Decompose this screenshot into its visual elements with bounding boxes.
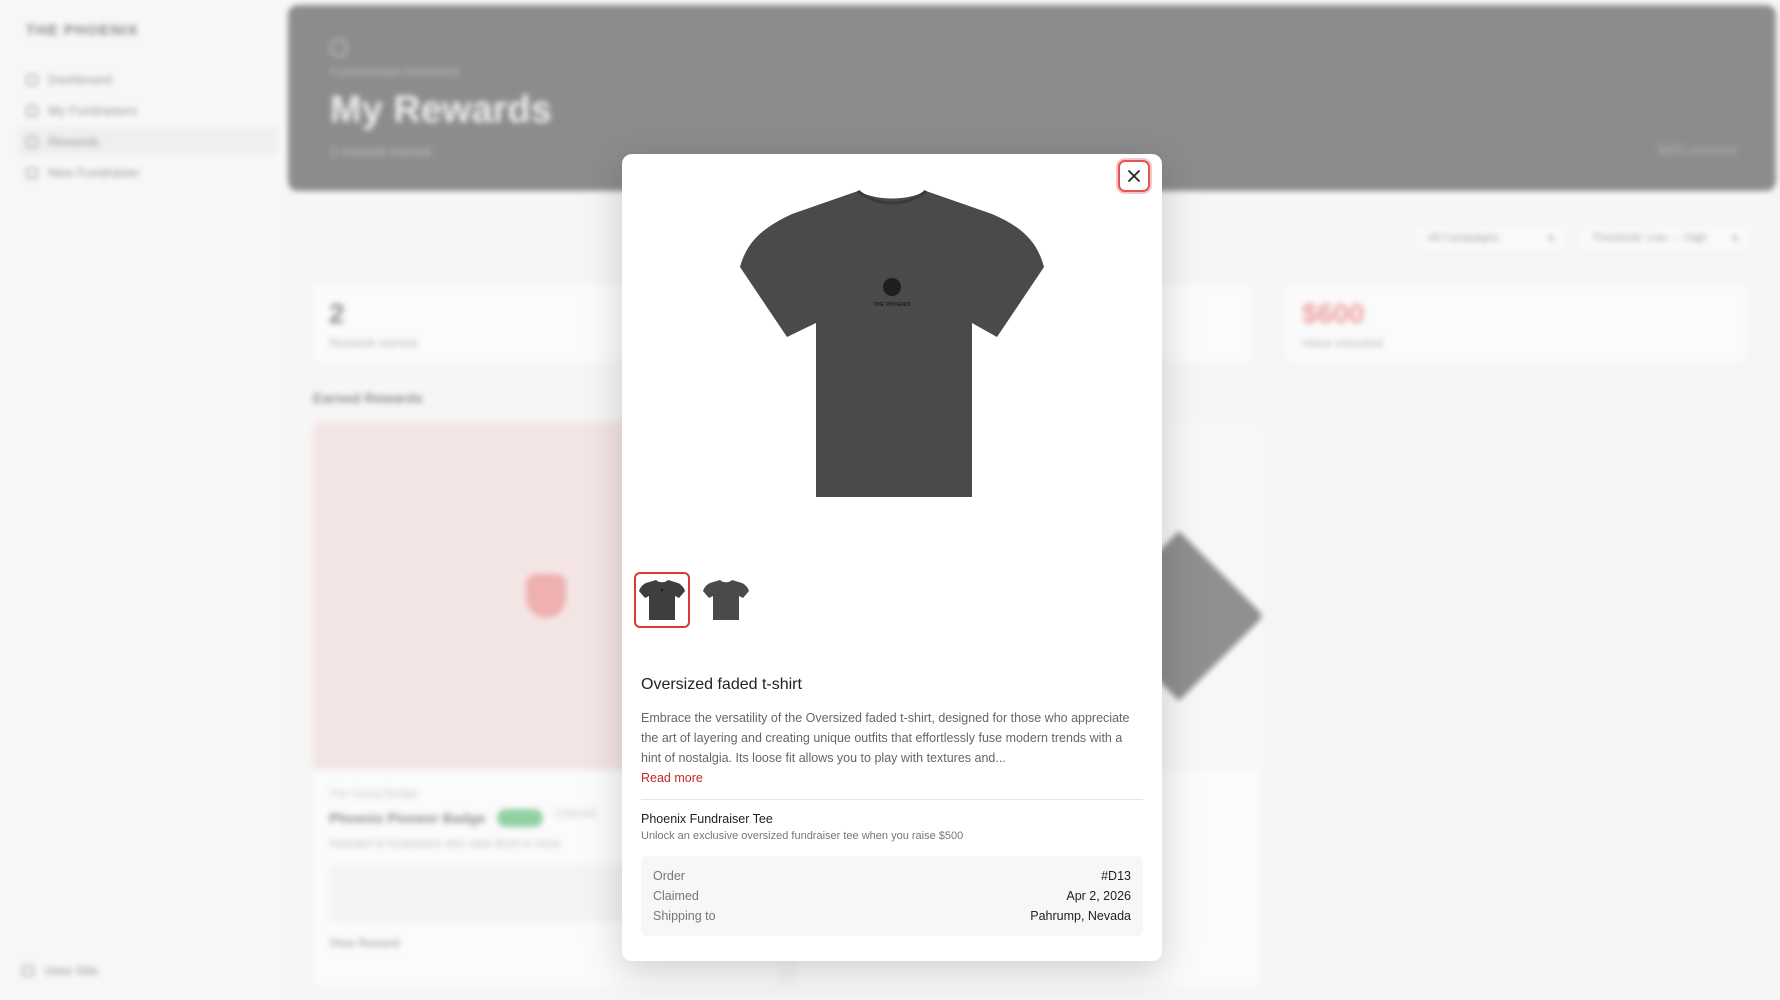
order-details: Order #D13 Claimed Apr 2, 2026 Shipping … bbox=[641, 856, 1143, 936]
product-main-image: THE PHOENIX bbox=[622, 154, 1162, 544]
reward-name: Phoenix Fundraiser Tee bbox=[641, 812, 773, 826]
thumbnail-front[interactable] bbox=[634, 572, 690, 628]
product-info: Oversized faded t-shirt Embrace the vers… bbox=[641, 676, 1143, 936]
claimed-date: Apr 2, 2026 bbox=[1066, 889, 1131, 903]
shipping-row: Shipping to Pahrump, Nevada bbox=[653, 906, 1131, 926]
divider bbox=[641, 799, 1143, 800]
reward-detail-modal: THE PHOENIX Oversized faded t-shirt Embr… bbox=[622, 154, 1162, 961]
read-more-link[interactable]: Read more bbox=[641, 771, 703, 785]
shipping-label: Shipping to bbox=[653, 909, 716, 923]
reward-description: Unlock an exclusive oversized fundraiser… bbox=[641, 830, 964, 842]
product-title: Oversized faded t-shirt bbox=[641, 676, 802, 693]
shipping-location: Pahrump, Nevada bbox=[1030, 909, 1131, 923]
thumbnail-strip bbox=[634, 572, 754, 628]
order-row: Order #D13 bbox=[653, 866, 1131, 886]
order-number: #D13 bbox=[1101, 869, 1131, 883]
thumbnail-back[interactable] bbox=[698, 572, 754, 628]
tshirt-logo-text: THE PHOENIX bbox=[873, 302, 911, 308]
claimed-label: Claimed bbox=[653, 889, 699, 903]
order-label: Order bbox=[653, 869, 685, 883]
tshirt-image: THE PHOENIX bbox=[740, 189, 1044, 497]
claimed-row: Claimed Apr 2, 2026 bbox=[653, 886, 1131, 906]
product-description: Embrace the versatility of the Oversized… bbox=[641, 711, 1130, 765]
tshirt-thumbnail bbox=[639, 580, 685, 620]
tshirt-thumbnail bbox=[703, 580, 749, 620]
